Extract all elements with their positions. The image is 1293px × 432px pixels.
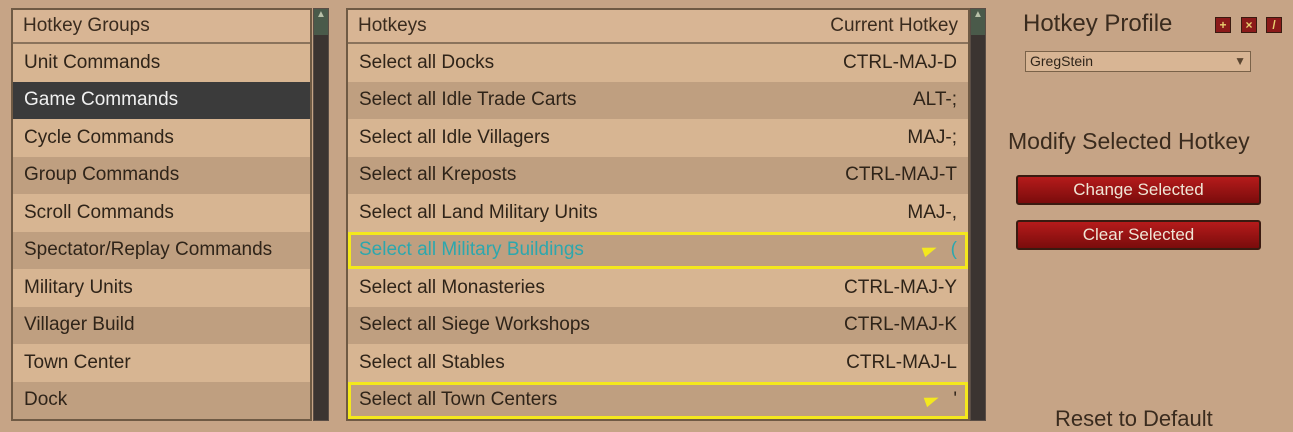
hotkey-profile-title: Hotkey Profile xyxy=(1023,10,1173,37)
hotkey-group-label: Town Center xyxy=(24,351,131,373)
scroll-up-icon[interactable]: ▲ xyxy=(971,9,985,35)
hotkey-row[interactable]: Select all Idle Villagers MAJ-; xyxy=(348,119,968,157)
hotkey-row[interactable]: Select all Stables CTRL-MAJ-L xyxy=(348,344,968,382)
hotkey-groups-header: Hotkey Groups xyxy=(13,10,310,44)
hotkey-row[interactable]: Select all Docks CTRL-MAJ-D xyxy=(348,44,968,82)
add-icon[interactable]: + xyxy=(1215,17,1231,33)
conflict-warning-icon xyxy=(924,393,941,408)
hotkey-row[interactable]: Select all Town Centers ' xyxy=(348,381,968,419)
hotkeys-panel: Hotkeys Current Hotkey Select all Docks C… xyxy=(346,8,970,421)
hotkey-action-label: Select all Docks xyxy=(359,51,495,73)
hotkey-group-item[interactable]: Cycle Commands xyxy=(13,119,310,157)
hotkey-group-item[interactable]: Scroll Commands xyxy=(13,194,310,232)
hotkey-value: CTRL-MAJ-Y xyxy=(844,276,957,298)
hotkey-row[interactable]: Select all Idle Trade Carts ALT-; xyxy=(348,81,968,119)
hotkeys-scrollbar[interactable]: ▲ xyxy=(970,8,986,421)
hotkey-value-wrap: CTRL-MAJ-Y xyxy=(844,277,957,299)
hotkey-group-item[interactable]: Unit Commands xyxy=(13,44,310,82)
hotkey-group-label: Cycle Commands xyxy=(24,126,174,148)
hotkey-group-label: Group Commands xyxy=(24,164,180,186)
hotkey-group-item[interactable]: Military Units xyxy=(13,269,310,307)
hotkey-group-item[interactable]: Villager Build xyxy=(13,306,310,344)
hotkey-row[interactable]: Select all Land Military Units MAJ-, xyxy=(348,194,968,232)
scroll-up-icon[interactable]: ▲ xyxy=(314,9,328,35)
delete-icon[interactable]: × xyxy=(1241,17,1257,33)
profile-dropdown[interactable]: GregStein ▼ xyxy=(1025,51,1251,72)
hotkey-group-label: Unit Commands xyxy=(24,51,161,73)
clear-selected-button[interactable]: Clear Selected xyxy=(1016,220,1261,250)
current-hotkey-column-header: Current Hotkey xyxy=(830,15,958,36)
hotkey-value-wrap: ALT-; xyxy=(913,89,957,111)
hotkey-group-label: Scroll Commands xyxy=(24,201,174,223)
hotkey-action-label: Select all Idle Trade Carts xyxy=(359,89,577,111)
hotkey-row[interactable]: Select all Military Buildings ( xyxy=(348,231,968,269)
hotkeys-column-header: Hotkeys xyxy=(358,15,427,36)
hotkey-value-wrap: CTRL-MAJ-K xyxy=(844,314,957,336)
hotkey-group-label: Game Commands xyxy=(24,89,179,111)
hotkey-group-item[interactable]: Dock xyxy=(13,381,310,419)
hotkey-row[interactable]: Select all Monasteries CTRL-MAJ-Y xyxy=(348,269,968,307)
hotkeys-header: Hotkeys Current Hotkey xyxy=(348,10,968,44)
hotkey-value: ( xyxy=(950,239,957,261)
hotkey-group-label: Military Units xyxy=(24,276,133,298)
change-selected-button[interactable]: Change Selected xyxy=(1016,175,1261,205)
hotkey-value: CTRL-MAJ-D xyxy=(843,51,957,73)
conflict-warning-icon xyxy=(921,243,938,258)
hotkeys-list: Select all Docks CTRL-MAJ-D Select all Idl… xyxy=(348,44,968,419)
hotkey-value-wrap: MAJ-, xyxy=(907,202,957,224)
hotkey-action-label: Select all Kreposts xyxy=(359,164,517,186)
hotkey-action-label: Select all Land Military Units xyxy=(359,201,598,223)
modify-selected-hotkey-title: Modify Selected Hotkey xyxy=(1008,128,1250,154)
hotkey-action-label: Select all Siege Workshops xyxy=(359,314,590,336)
hotkey-groups-title: Hotkey Groups xyxy=(23,15,150,36)
hotkey-value: ' xyxy=(953,389,957,411)
hotkey-groups-panel: Hotkey Groups Unit Commands Game Commands… xyxy=(11,8,312,421)
hotkey-value-wrap: CTRL-MAJ-D xyxy=(843,52,957,74)
chevron-down-icon: ▼ xyxy=(1234,54,1246,68)
hotkey-action-label: Select all Monasteries xyxy=(359,276,545,298)
edit-icon[interactable]: / xyxy=(1266,17,1282,33)
hotkey-action-label: Select all Town Centers xyxy=(359,389,558,411)
hotkey-row[interactable]: Select all Kreposts CTRL-MAJ-T xyxy=(348,156,968,194)
hotkey-action-label: Select all Idle Villagers xyxy=(359,126,550,148)
hotkey-value: CTRL-MAJ-K xyxy=(844,314,957,336)
hotkey-value: ALT-; xyxy=(913,89,957,111)
hotkey-action-label: Select all Stables xyxy=(359,351,505,373)
hotkey-value-wrap: MAJ-; xyxy=(907,127,957,149)
groups-scrollbar[interactable]: ▲ xyxy=(313,8,329,421)
hotkey-group-item[interactable]: Town Center xyxy=(13,344,310,382)
hotkey-action-label: Select all Military Buildings xyxy=(359,239,584,261)
hotkey-group-item[interactable]: Game Commands xyxy=(13,81,310,119)
hotkey-value-wrap: CTRL-MAJ-T xyxy=(845,164,957,186)
hotkey-value: MAJ-; xyxy=(907,126,957,148)
profile-dropdown-value: GregStein xyxy=(1030,53,1094,69)
hotkey-row[interactable]: Select all Siege Workshops CTRL-MAJ-K xyxy=(348,306,968,344)
hotkey-group-item[interactable]: Spectator/Replay Commands xyxy=(13,231,310,269)
reset-to-default-button[interactable]: Reset to Default xyxy=(1055,406,1213,432)
hotkey-value-wrap: CTRL-MAJ-L xyxy=(846,352,957,374)
hotkey-value-wrap: ( xyxy=(921,239,957,261)
hotkey-groups-list: Unit Commands Game Commands Cycle Commands… xyxy=(13,44,310,419)
hotkey-group-item[interactable]: Group Commands xyxy=(13,156,310,194)
hotkey-value: CTRL-MAJ-L xyxy=(846,351,957,373)
hotkey-group-label: Spectator/Replay Commands xyxy=(24,239,273,261)
hotkey-value: MAJ-, xyxy=(907,201,957,223)
hotkey-group-label: Villager Build xyxy=(24,314,135,336)
hotkey-value: CTRL-MAJ-T xyxy=(845,164,957,186)
hotkey-value-wrap: ' xyxy=(924,389,957,411)
hotkey-group-label: Dock xyxy=(24,389,68,411)
